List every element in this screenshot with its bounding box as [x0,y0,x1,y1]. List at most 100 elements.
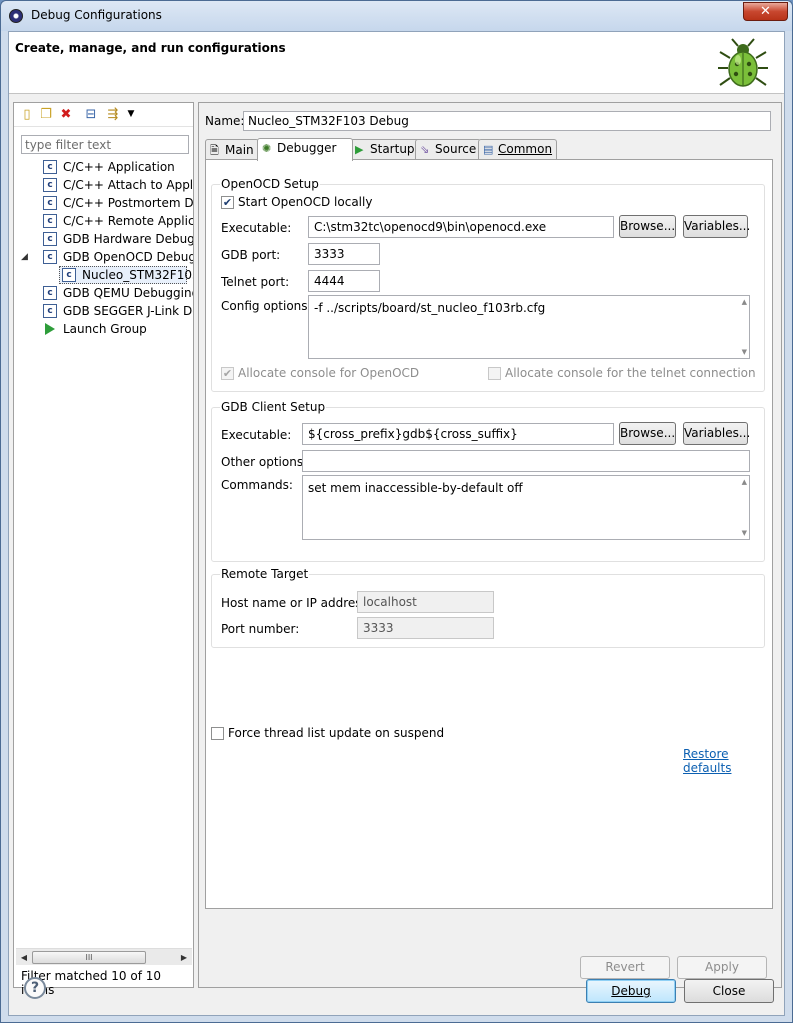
c-config-icon: c [43,250,57,264]
start-openocd-checkbox[interactable]: ✔ [221,196,234,209]
c-config-icon: c [43,232,57,246]
tree-item[interactable]: c C/C++ Attach to Applic [14,176,193,194]
collapse-all-icon[interactable]: ⊟ [84,107,98,122]
gdb-port-input[interactable]: 3333 [308,243,380,265]
tree-item[interactable]: c C/C++ Application [14,158,193,176]
commands-textarea[interactable]: set mem inaccessible-by-default off ▲ ▼ [302,475,750,540]
textarea-scrollbar[interactable]: ▲ ▼ [735,478,747,537]
config-toolbar: ▯ ❐ ✖ ⊟ ⇶ ▼ [14,103,193,127]
openocd-browse-button[interactable]: Browse... [619,215,676,238]
openocd-executable-label: Executable: [221,221,292,235]
tab-startup[interactable]: ▶ Startup [350,139,420,160]
name-label: Name: [205,114,245,128]
c-config-icon: c [62,268,76,282]
openocd-setup-group: OpenOCD Setup ✔ Start OpenOCD locally Ex… [211,177,765,392]
tab-common[interactable]: ▤ Common [478,139,558,160]
tree-item[interactable]: Launch Group [14,320,193,338]
force-thread-checkbox[interactable] [211,727,224,740]
tree-item[interactable]: c GDB SEGGER J-Link Deb [14,302,193,320]
allocate-console-checkbox[interactable]: ✔ [221,367,234,380]
header-title: Create, manage, and run configurations [15,41,286,55]
gdb-variables-button[interactable]: Variables... [683,422,750,445]
name-input[interactable]: Nucleo_STM32F103 Debug [243,111,771,131]
port-number-label: Port number: [221,622,300,636]
openocd-executable-input[interactable]: C:\stm32tc\openocd9\bin\openocd.exe [308,216,614,238]
remote-target-group: Remote Target Host name or IP address: l… [211,567,765,648]
start-openocd-label: Start OpenOCD locally [238,195,373,209]
allocate-telnet-label: Allocate console for the telnet connecti… [505,366,756,380]
other-options-label: Other options: [221,455,308,469]
gdb-client-setup-group: GDB Client Setup Executable: ${cross_pre… [211,400,765,562]
scroll-up-arrow-icon[interactable]: ▲ [742,478,747,486]
remote-target-title: Remote Target [220,567,310,581]
openocd-setup-title: OpenOCD Setup [220,177,320,191]
gdb-executable-input[interactable]: ${cross_prefix}gdb${cross_suffix} [302,423,614,445]
new-config-icon[interactable]: ▯ [20,107,34,122]
close-button[interactable]: Close [684,979,774,1003]
startup-tab-icon: ▶ [355,143,364,156]
debugger-tab-icon: ✺ [262,142,272,155]
c-config-icon: c [43,196,57,210]
filter-configs-icon[interactable]: ⇶ [106,107,120,122]
source-tab-icon: ⇘ [420,143,430,156]
tree-item[interactable]: c C/C++ Remote Applica [14,212,193,230]
expanded-triangle-icon[interactable]: ◢ [21,248,28,266]
tab-source[interactable]: ⇘ Source [415,139,482,160]
openocd-variables-button[interactable]: Variables... [683,215,750,238]
textarea-scrollbar[interactable]: ▲ ▼ [735,298,747,356]
gdb-executable-label: Executable: [221,428,292,442]
help-icon[interactable]: ? [24,977,46,999]
debug-bug-icon [718,38,768,87]
scroll-down-arrow-icon[interactable]: ▼ [742,529,747,537]
debug-configurations-window: Debug Configurations ✕ Create, manage, a… [0,0,793,1023]
delete-config-icon[interactable]: ✖ [59,107,73,122]
allocate-telnet-checkbox[interactable] [488,367,501,380]
force-thread-label: Force thread list update on suspend [228,726,445,740]
window-close-button[interactable]: ✕ [743,2,788,21]
dialog-header: Create, manage, and run configurations [9,32,784,94]
debugger-tab-panel: OpenOCD Setup ✔ Start OpenOCD locally Ex… [205,159,773,909]
tab-debugger[interactable]: ✺ Debugger [257,138,353,161]
gdb-client-setup-title: GDB Client Setup [220,400,327,414]
c-config-icon: c [43,304,57,318]
telnet-port-label: Telnet port: [221,275,290,289]
configuration-list-pane: ▯ ❐ ✖ ⊟ ⇶ ▼ type filter text c C/C++ App… [13,102,194,997]
scroll-down-arrow-icon[interactable]: ▼ [742,348,747,356]
config-options-textarea[interactable]: -f ../scripts/board/st_nucleo_f103rb.cfg… [308,295,750,359]
tab-main[interactable]: 🗎 Main [205,139,259,160]
other-options-input[interactable] [302,450,750,472]
tree-item[interactable]: c GDB Hardware Debuggi [14,230,193,248]
c-config-icon: c [43,160,57,174]
tree-item[interactable]: c GDB QEMU Debugging [14,284,193,302]
host-label: Host name or IP address: [221,596,372,610]
c-config-icon: c [43,286,57,300]
filter-menu-chevron-down-icon[interactable]: ▼ [124,107,138,122]
eclipse-icon [9,9,23,23]
debug-button[interactable]: Debug [586,979,676,1003]
gdb-browse-button[interactable]: Browse... [619,422,676,445]
title-bar: Debug Configurations ✕ [1,1,792,31]
restore-defaults-link[interactable]: Restore defaults [683,747,772,775]
telnet-port-input[interactable]: 4444 [308,270,380,292]
duplicate-config-icon[interactable]: ❐ [39,107,53,122]
launch-group-play-icon [45,323,55,335]
common-tab-icon: ▤ [483,143,494,156]
filter-input[interactable]: type filter text [21,135,189,154]
tree-item[interactable]: ◢ c GDB OpenOCD Debugg [14,248,193,266]
dialog-body: Create, manage, and run configurations ▯… [8,31,785,1016]
dialog-button-bar: ? Debug Close [9,962,784,1015]
c-config-icon: c [43,178,57,192]
port-number-input[interactable]: 3333 [357,617,494,639]
configuration-tree: c C/C++ Application c C/C++ Attach to Ap… [14,158,193,338]
config-tabs: 🗎 Main ✺ Debugger ▶ Startup ⇘ Source ▤ Common [205,138,773,161]
tree-item-selected[interactable]: c Nucleo_STM32F103 [14,266,193,284]
allocate-console-label: Allocate console for OpenOCD [238,366,420,380]
configuration-editor-pane: Name: Nucleo_STM32F103 Debug 🗎 Main ✺ Debu… [198,102,782,988]
host-input[interactable]: localhost [357,591,494,613]
c-config-icon: c [43,214,57,228]
scroll-up-arrow-icon[interactable]: ▲ [742,298,747,306]
gdb-port-label: GDB port: [221,248,281,262]
config-options-label: Config options: [221,299,312,313]
window-title: Debug Configurations [31,8,162,22]
tree-item[interactable]: c C/C++ Postmortem Del [14,194,193,212]
